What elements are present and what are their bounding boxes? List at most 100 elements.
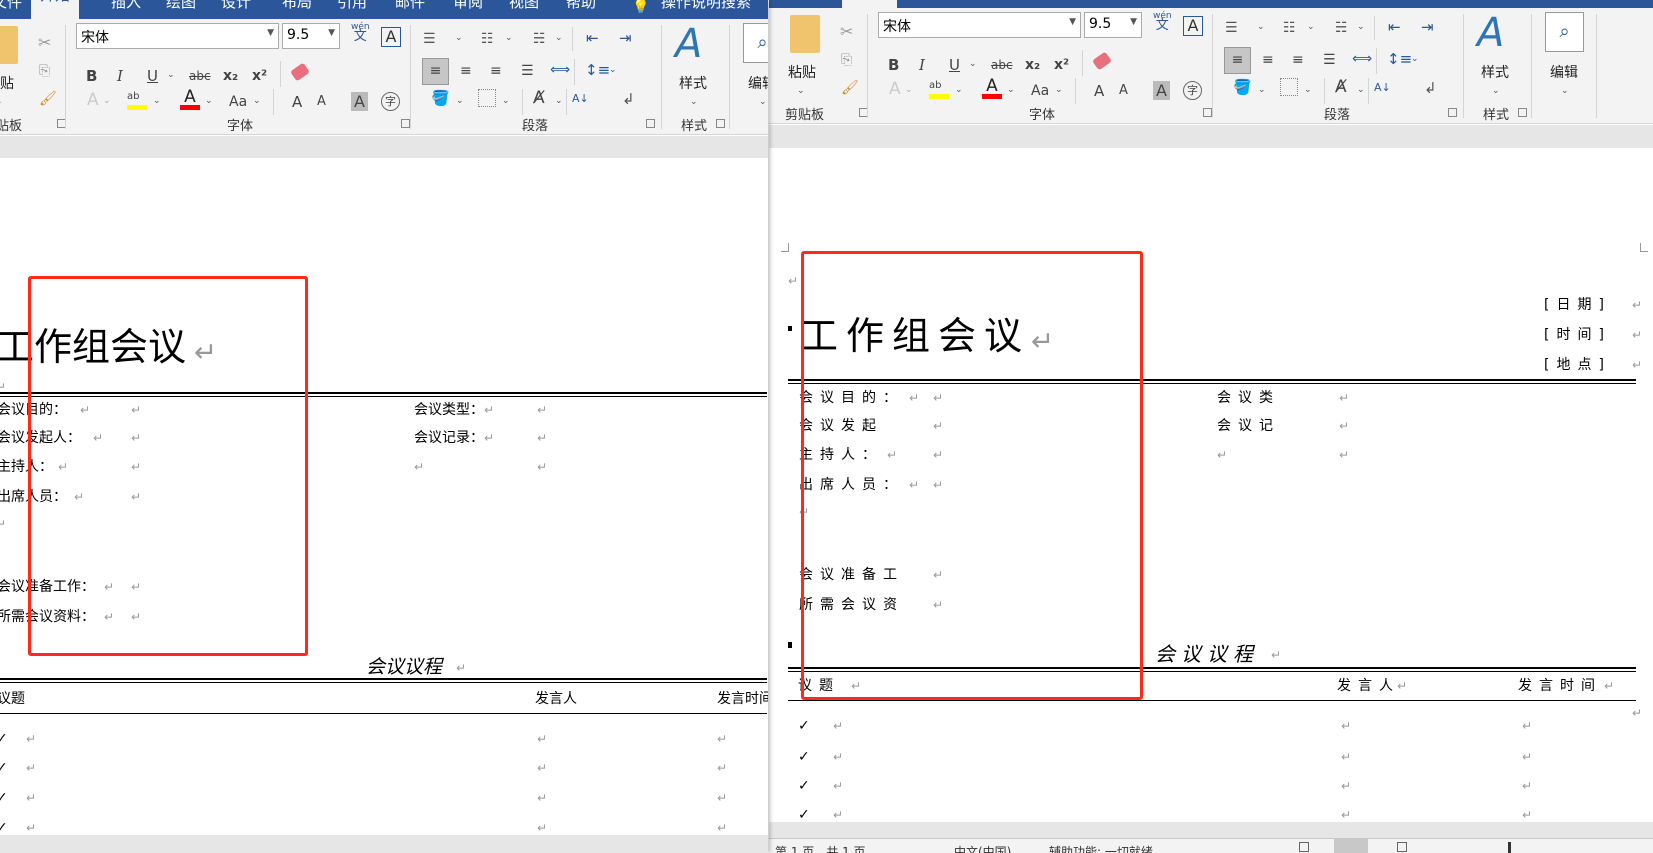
underline-button[interactable]: U: [949, 57, 960, 73]
cut-icon[interactable]: ✂: [840, 24, 853, 40]
italic-button[interactable]: I: [919, 57, 925, 73]
borders-chevron-icon[interactable]: [1304, 85, 1312, 95]
dropdown-arrow-icon[interactable]: ▼: [1130, 17, 1137, 27]
clear-formatting-icon[interactable]: [1092, 51, 1112, 71]
font-name-input[interactable]: 宋体 ▼: [878, 12, 1081, 38]
multilevel-list-icon[interactable]: ☵: [533, 31, 546, 47]
read-mode-icon[interactable]: [1299, 842, 1309, 852]
paste-chevron-icon[interactable]: [797, 86, 805, 96]
shrink-font-button[interactable]: A: [1119, 83, 1128, 99]
justify-button[interactable]: ☰: [1323, 52, 1336, 68]
phonetic-guide-icon[interactable]: wén 文: [1153, 12, 1172, 33]
grow-font-button[interactable]: A: [292, 94, 302, 110]
tab-view[interactable]: 视图: [509, 0, 539, 13]
shading-chevron-icon[interactable]: [456, 96, 464, 106]
bullets-chevron-icon[interactable]: [1257, 22, 1265, 32]
phonetic-guide-icon[interactable]: wén 文: [351, 23, 370, 44]
underline-chevron-icon[interactable]: [167, 70, 175, 80]
shading-icon[interactable]: 🪣: [1233, 79, 1252, 95]
shading-icon[interactable]: 🪣: [431, 90, 450, 106]
tab-references[interactable]: 引用: [337, 0, 367, 13]
tab-layout[interactable]: 布局: [282, 0, 312, 13]
dropdown-arrow-icon[interactable]: ▼: [328, 28, 335, 38]
copy-icon[interactable]: ⎘: [39, 63, 50, 79]
show-formatting-marks-icon[interactable]: ↲: [1424, 80, 1437, 96]
tab-home[interactable]: [842, 0, 897, 8]
text-effects-button[interactable]: A: [87, 92, 99, 109]
font-launcher-icon[interactable]: [401, 119, 410, 128]
underline-button[interactable]: U: [147, 68, 158, 84]
tab-home[interactable]: 开始: [31, 0, 80, 19]
numbering-icon[interactable]: ☷: [1283, 20, 1296, 36]
styles-chevron-icon[interactable]: [1492, 86, 1500, 96]
change-case-button[interactable]: Aa: [229, 94, 247, 110]
asian-layout-chevron-icon[interactable]: [555, 96, 563, 106]
change-case-button[interactable]: Aa: [1031, 83, 1049, 99]
tab-insert[interactable]: 插入: [111, 0, 141, 13]
print-layout-button[interactable]: [1334, 839, 1368, 853]
cut-icon[interactable]: ✂: [38, 35, 51, 51]
date-placeholder[interactable]: [日期]: [1544, 296, 1611, 314]
paragraph-launcher-icon[interactable]: [1448, 108, 1457, 117]
superscript-button[interactable]: x²: [1054, 57, 1069, 73]
editing-button[interactable]: 编辑: [748, 76, 768, 92]
bullets-icon[interactable]: ☰: [423, 31, 436, 47]
styles-button[interactable]: 样式: [1481, 65, 1509, 81]
time-placeholder[interactable]: [时间]: [1544, 326, 1611, 344]
clear-formatting-icon[interactable]: [290, 62, 310, 82]
bullets-icon[interactable]: ☰: [1225, 20, 1238, 36]
character-border-icon[interactable]: A: [381, 27, 401, 47]
align-center-button[interactable]: ≡: [460, 63, 472, 79]
character-shading-button[interactable]: A: [351, 92, 368, 111]
distributed-icon[interactable]: ⟺: [1352, 51, 1372, 67]
underline-chevron-icon[interactable]: [969, 59, 977, 69]
line-spacing-chevron-icon[interactable]: [609, 65, 617, 75]
line-spacing-chevron-icon[interactable]: [1411, 54, 1419, 64]
strikethrough-button[interactable]: abc: [991, 57, 1013, 73]
font-color-button[interactable]: A: [180, 89, 200, 110]
change-case-chevron-icon[interactable]: [253, 96, 261, 106]
highlight-chevron-icon[interactable]: [153, 96, 161, 106]
paste-icon[interactable]: [0, 26, 18, 64]
multilevel-chevron-icon[interactable]: [1357, 22, 1365, 32]
align-right-button[interactable]: ≡: [490, 63, 502, 79]
font-color-chevron-icon[interactable]: [1007, 85, 1015, 95]
bold-button[interactable]: B: [888, 57, 899, 73]
styles-icon[interactable]: A: [1477, 11, 1504, 55]
italic-button[interactable]: I: [117, 68, 123, 84]
highlight-chevron-icon[interactable]: [955, 85, 963, 95]
editing-chevron-icon[interactable]: [1561, 86, 1569, 96]
decrease-indent-icon[interactable]: ⇤: [1388, 19, 1401, 35]
tab-design[interactable]: 设计: [221, 0, 251, 13]
text-effects-chevron-icon[interactable]: [103, 96, 111, 106]
borders-icon[interactable]: [1280, 78, 1298, 96]
align-center-button[interactable]: ≡: [1262, 52, 1274, 68]
find-search-icon[interactable]: ⌕: [1545, 12, 1584, 52]
numbering-chevron-icon[interactable]: [1307, 22, 1315, 32]
borders-icon[interactable]: [478, 89, 496, 107]
language-indicator[interactable]: 中文(中国): [954, 843, 1011, 853]
dropdown-arrow-icon[interactable]: ▼: [1069, 17, 1076, 27]
format-painter-icon[interactable]: 🖌: [841, 80, 859, 96]
location-placeholder[interactable]: [地点]: [1544, 356, 1611, 374]
show-formatting-marks-icon[interactable]: ↲: [622, 91, 635, 107]
paste-button[interactable]: 粘贴: [0, 76, 14, 92]
editing-button[interactable]: 编辑: [1550, 65, 1578, 81]
line-spacing-icon[interactable]: ↕≡: [585, 62, 610, 78]
sort-icon[interactable]: A↓: [572, 91, 589, 107]
strikethrough-button[interactable]: abc: [189, 68, 211, 84]
character-border-icon[interactable]: A: [1183, 16, 1203, 36]
sort-icon[interactable]: A↓: [1374, 80, 1391, 96]
web-layout-icon[interactable]: [1397, 842, 1407, 852]
multilevel-chevron-icon[interactable]: [555, 33, 563, 43]
text-effects-chevron-icon[interactable]: [905, 85, 913, 95]
tell-me-search[interactable]: 操作说明搜索: [661, 0, 751, 13]
tab-draw[interactable]: 绘图: [166, 0, 196, 13]
multilevel-list-icon[interactable]: ☵: [1335, 20, 1348, 36]
font-color-button[interactable]: A: [982, 78, 1002, 99]
asian-layout-icon[interactable]: Ⱥ: [533, 90, 545, 107]
accessibility-status[interactable]: 辅助功能: 一切就绪: [1049, 843, 1153, 853]
font-size-input[interactable]: 9.5 ▼: [1084, 12, 1142, 38]
numbering-icon[interactable]: ☷: [481, 31, 494, 47]
font-name-input[interactable]: 宋体 ▼: [76, 23, 279, 49]
